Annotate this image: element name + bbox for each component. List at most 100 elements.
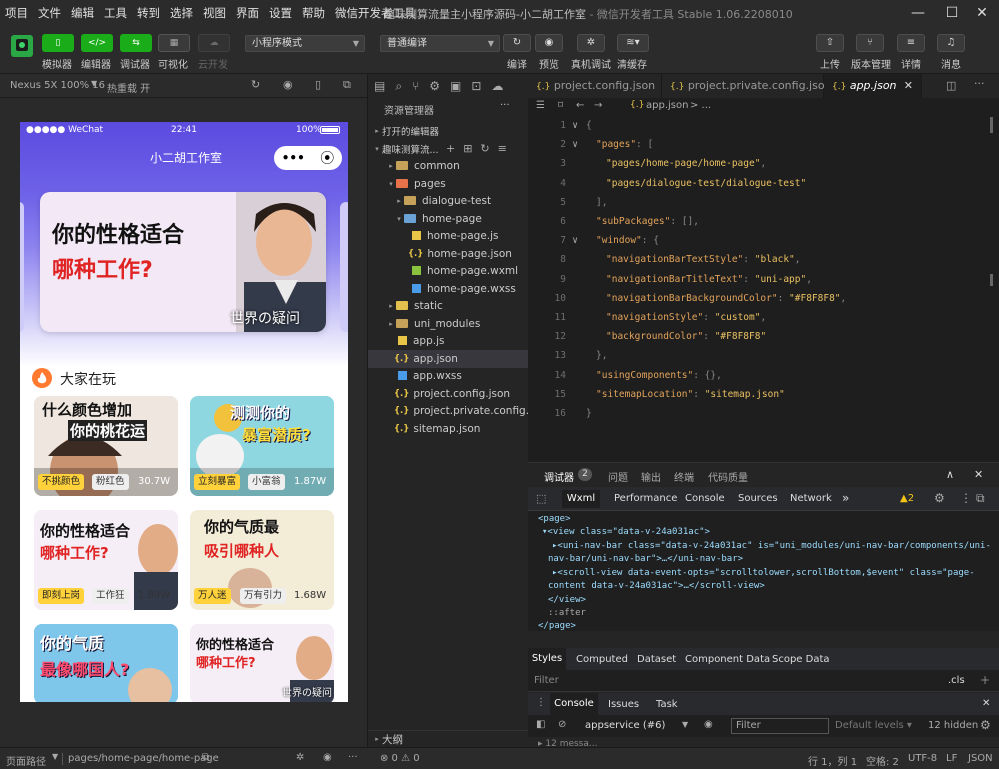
tree-item-folder[interactable]: ▾ pages: [368, 175, 529, 193]
preview-button[interactable]: ◉: [535, 34, 563, 52]
styles-filter-input[interactable]: Filter: [534, 675, 559, 686]
kebab-menu-icon[interactable]: ⋮: [960, 491, 972, 505]
popout-icon[interactable]: ⧉: [343, 78, 351, 92]
tree-item-folder[interactable]: ▸ uni_modules: [368, 315, 529, 333]
cloud-icon[interactable]: ☁: [491, 79, 503, 94]
dom-node[interactable]: ::after: [548, 608, 586, 618]
more-icon[interactable]: ···: [500, 100, 510, 111]
encoding[interactable]: UTF-8: [908, 753, 937, 764]
version-button[interactable]: ⑂: [856, 34, 884, 52]
tab-console-drawer[interactable]: Console: [550, 693, 598, 715]
tab-wxml[interactable]: Wxml: [562, 490, 600, 508]
menu-help[interactable]: 帮助: [297, 5, 330, 21]
tree-item-file[interactable]: home-page.wxml: [368, 262, 529, 280]
indent-setting[interactable]: 空格: 2: [866, 753, 899, 768]
tree-item-file[interactable]: app.wxss: [368, 367, 529, 385]
details-button[interactable]: ≡: [897, 34, 925, 52]
dom-node[interactable]: <page>: [538, 514, 571, 524]
code-line[interactable]: },: [596, 350, 607, 361]
tab-issues[interactable]: Issues: [608, 699, 639, 710]
problems-count[interactable]: ⊗ 0 ⚠ 0: [380, 753, 420, 764]
quiz-card[interactable]: 你的性格适合 哪种工作? 即刻上岗 工作狂 1.89W: [34, 510, 178, 610]
dom-node[interactable]: </page>: [538, 621, 576, 631]
code-line[interactable]: "navigationBarTitleText": "uni-app",: [606, 274, 812, 285]
quiz-card[interactable]: 你的性格适合 哪种工作? 世界の疑问: [190, 624, 334, 702]
more-icon[interactable]: ···: [348, 752, 358, 763]
tab-code-quality[interactable]: 代码质量: [708, 469, 748, 484]
code-line[interactable]: }: [586, 408, 592, 419]
quiz-card[interactable]: 你的气质最 吸引哪种人 万人迷 万有引力 1.68W: [190, 510, 334, 610]
eye-icon[interactable]: ◉: [704, 719, 713, 730]
editor-button[interactable]: </>: [81, 34, 113, 52]
code-line[interactable]: "pages/home-page/home-page",: [606, 158, 766, 169]
cloud-button[interactable]: ☁: [198, 34, 230, 52]
banner-prev[interactable]: [20, 202, 24, 332]
quiz-card[interactable]: 什么颜色增加 你的桃花运 不挑颜色 粉红色 30.7W: [34, 396, 178, 496]
code-line[interactable]: "backgroundColor": "#F8F8F8": [606, 331, 766, 342]
menu-edit[interactable]: 编辑: [66, 5, 99, 21]
tab-styles[interactable]: Styles: [528, 648, 566, 670]
tree-item-file[interactable]: app.js: [368, 332, 529, 350]
project-section[interactable]: ▾ 趣味测算流... +⊞↻≡: [368, 140, 529, 158]
line-ending[interactable]: LF: [946, 753, 957, 764]
tab-task[interactable]: Task: [656, 699, 678, 710]
bookmark-icon[interactable]: ⌑: [558, 100, 563, 111]
kebab-menu-icon[interactable]: ⋮: [536, 697, 546, 708]
banner-next[interactable]: [340, 202, 348, 332]
files-icon[interactable]: ▤: [374, 79, 385, 94]
split-editor-icon[interactable]: ◫: [946, 79, 956, 92]
close-window-icon[interactable]: ✕: [966, 0, 998, 26]
tree-item-folder[interactable]: ▸ dialogue-test: [368, 192, 529, 210]
dom-node[interactable]: </view>: [548, 595, 586, 605]
open-editors-section[interactable]: ▸ 打开的编辑器: [368, 122, 529, 140]
tab-project-private-config[interactable]: {.} project.private.config.json: [662, 74, 832, 98]
search-icon[interactable]: ⌕: [395, 79, 402, 94]
dom-node[interactable]: ▸<uni-nav-bar class="data-v-24a031ac" is…: [552, 541, 991, 551]
page-path-label[interactable]: 页面路径: [6, 753, 46, 768]
fold-icon[interactable]: ∨: [568, 120, 578, 131]
tab-console[interactable]: Console: [685, 493, 725, 504]
menu-select[interactable]: 选择: [165, 5, 198, 21]
code-line[interactable]: "window": {: [596, 235, 659, 246]
gear-icon[interactable]: ⚙: [934, 491, 945, 505]
tree-item-file[interactable]: {.} home-page.json: [368, 245, 529, 263]
upload-button[interactable]: ⇧: [816, 34, 844, 52]
dom-node[interactable]: ▾<view class="data-v-24a031ac">: [542, 527, 710, 537]
avatar[interactable]: [11, 35, 33, 57]
close-mini-icon[interactable]: ⦿: [320, 148, 334, 168]
menu-settings[interactable]: 设置: [264, 5, 297, 21]
code-line[interactable]: "navigationBarBackgroundColor": "#F8F8F8…: [606, 293, 846, 304]
real-debug-button[interactable]: ✲: [577, 34, 605, 52]
menu-goto[interactable]: 转到: [132, 5, 165, 21]
tab-component-data[interactable]: Component Data: [685, 654, 770, 665]
capsule-button[interactable]: ••• ⦿: [274, 146, 342, 170]
more-tabs-icon[interactable]: »: [842, 491, 849, 505]
code-line[interactable]: "navigationBarTextStyle": "black",: [606, 254, 801, 265]
scrollbar-thumb[interactable]: [990, 117, 993, 133]
tree-item-file[interactable]: {.} project.config.json: [368, 385, 529, 403]
tree-item-file[interactable]: {.} sitemap.json: [368, 420, 529, 438]
sidebar-toggle-icon[interactable]: ◧: [536, 719, 545, 730]
inspect-icon[interactable]: ⬚: [536, 492, 546, 505]
tree-item-folder[interactable]: ▸ common: [368, 157, 529, 175]
code-line[interactable]: {: [586, 120, 592, 131]
tab-computed[interactable]: Computed: [576, 654, 628, 665]
tab-app-json[interactable]: {.} app.json ✕: [824, 74, 922, 98]
tab-dataset[interactable]: Dataset: [637, 654, 676, 665]
remote-icon[interactable]: ⊡: [471, 79, 481, 94]
minimize-icon[interactable]: —: [902, 0, 934, 26]
source-control-icon[interactable]: ⑂: [412, 79, 419, 94]
close-icon[interactable]: ✕: [974, 468, 983, 481]
tab-debugger[interactable]: 调试器: [544, 469, 574, 484]
record-icon[interactable]: ◉: [283, 78, 293, 91]
tab-output[interactable]: 输出: [641, 469, 661, 484]
cursor-position[interactable]: 行 1，列 1: [808, 753, 857, 768]
code-line[interactable]: "pages": [: [596, 139, 653, 150]
outline-section[interactable]: ▸ 大纲: [368, 730, 529, 748]
code-line[interactable]: "subPackages": [],: [596, 216, 699, 227]
maximize-icon[interactable]: ☐: [936, 0, 968, 26]
fold-icon[interactable]: ∨: [568, 235, 578, 246]
explorer-action-icons[interactable]: +⊞↻≡: [446, 142, 515, 155]
breadcrumb-file[interactable]: app.json: [646, 100, 688, 111]
debugger-button[interactable]: ⇆: [120, 34, 152, 52]
